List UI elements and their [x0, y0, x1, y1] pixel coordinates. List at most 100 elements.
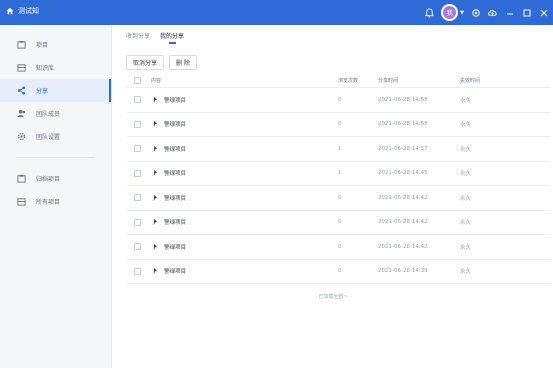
project-icon — [16, 40, 26, 50]
sidebar-item-label: 团队成员 — [36, 111, 61, 118]
row-views: 1 — [338, 145, 342, 152]
row-name: 警绿项目 — [164, 146, 187, 153]
table-row[interactable]: 警绿项目 1 2021-06-28 14:57 永久 — [126, 137, 550, 162]
row-views: 0 — [338, 194, 342, 201]
row-expiry: 永久 — [460, 122, 472, 129]
sidebar-item-archive[interactable]: 归档项目 — [0, 167, 111, 190]
main-content: 收到分享 我的分享 取消分享 删 除 内容 浏览次数 分享时间 失效时间 警绿项… — [113, 25, 553, 368]
row-name: 警绿项目 — [164, 97, 187, 104]
table-header: 内容 浏览次数 分享时间 失效时间 — [126, 73, 550, 88]
row-name-cell: 警绿项目 — [150, 120, 186, 128]
row-checkbox[interactable] — [134, 194, 141, 202]
chevron-down-icon[interactable]: ▼ — [460, 10, 464, 16]
sidebar-item-share[interactable]: 分享 — [0, 79, 111, 102]
sidebar-item-all-projects[interactable]: 所有项目 — [0, 190, 111, 213]
cancel-share-button[interactable]: 取消分享 — [126, 55, 165, 70]
action-bar: 取消分享 删 除 — [126, 55, 197, 70]
row-checkbox[interactable] — [134, 169, 141, 177]
title-bar: 测试知 我 ▼ — [0, 0, 553, 25]
row-name: 警绿项目 — [164, 195, 187, 202]
tab-my-shares[interactable]: 我的分享 — [160, 31, 184, 44]
table-row[interactable]: 警绿项目 0 2021-06-28 14:58 永久 — [126, 88, 550, 113]
pin-icon — [150, 267, 160, 275]
home-icon — [6, 7, 14, 15]
row-checkbox[interactable] — [134, 96, 141, 104]
row-time: 2021-06-28 14:42 — [378, 243, 428, 250]
settings-icon[interactable] — [470, 7, 481, 18]
row-time: 2021-06-28 14:42 — [378, 194, 428, 201]
table-row[interactable]: 警绿项目 0 2021-06-28 14:42 永久 — [126, 186, 550, 211]
row-time: 2021-06-28 14:57 — [378, 145, 428, 152]
sidebar-item-label: 项目 — [36, 42, 49, 49]
row-name-cell: 警绿项目 — [150, 218, 186, 226]
row-views: 0 — [338, 268, 342, 275]
row-name-cell: 警绿项目 — [150, 267, 186, 275]
row-views: 1 — [338, 170, 342, 177]
sidebar-item-label: 所有项目 — [36, 199, 61, 206]
row-views: 0 — [338, 219, 342, 226]
row-time: 2021-06-28 14:45 — [378, 170, 428, 177]
pin-icon — [150, 169, 160, 177]
row-expiry: 永久 — [460, 244, 472, 251]
row-name: 警绿项目 — [164, 244, 187, 251]
row-expiry: 永久 — [460, 220, 472, 227]
maximize-icon[interactable] — [521, 7, 532, 18]
sidebar: 项目 知识库 分享 团队成员 团队设置 归档项目 所有项目 — [0, 25, 112, 368]
row-name: 警绿项目 — [164, 220, 187, 227]
share-table: 内容 浏览次数 分享时间 失效时间 警绿项目 0 2021-06-28 14:5… — [126, 73, 550, 284]
pin-icon — [150, 145, 160, 153]
row-time: 2021-06-28 14:42 — [378, 219, 428, 226]
row-time: 2021-06-28 14:58 — [378, 96, 428, 103]
delete-button[interactable]: 删 除 — [169, 55, 197, 70]
sidebar-item-label: 知识库 — [36, 65, 55, 72]
avatar[interactable]: 我 — [441, 4, 459, 21]
row-name-cell: 警绿项目 — [150, 96, 186, 104]
table-row[interactable]: 警绿项目 1 2021-06-28 14:45 永久 — [126, 162, 550, 186]
team-members-icon — [16, 109, 26, 119]
archive-icon — [16, 174, 26, 184]
row-checkbox[interactable] — [134, 145, 141, 153]
row-time: 2021-06-28 14:58 — [378, 121, 428, 128]
row-checkbox[interactable] — [134, 120, 141, 128]
list-end-note: 已加载全部~ — [318, 294, 348, 300]
row-checkbox[interactable] — [134, 267, 141, 275]
team-settings-icon — [16, 132, 26, 142]
header-time: 分享时间 — [378, 77, 399, 84]
header-expiry: 失效时间 — [460, 77, 481, 84]
row-expiry: 永久 — [460, 171, 472, 178]
row-checkbox[interactable] — [134, 243, 141, 251]
knowledge-icon — [16, 63, 26, 73]
share-icon — [16, 86, 26, 96]
tab-received-shares[interactable]: 收到分享 — [126, 31, 150, 44]
table-row[interactable]: 警绿项目 0 2021-06-28 14:42 永久 — [126, 211, 550, 235]
window-tools: 我 ▼ — [424, 4, 549, 21]
table-row[interactable]: 警绿项目 0 2021-06-28 14:58 永久 — [126, 113, 550, 137]
sidebar-item-project[interactable]: 项目 — [0, 33, 111, 56]
pin-icon — [150, 120, 160, 128]
row-views: 0 — [338, 243, 342, 250]
app-brand[interactable]: 测试知 — [6, 6, 39, 16]
row-name: 警绿项目 — [164, 171, 187, 178]
sidebar-item-team-settings[interactable]: 团队设置 — [0, 125, 111, 148]
row-name: 警绿项目 — [164, 269, 187, 276]
all-projects-icon — [16, 197, 26, 207]
close-icon[interactable] — [538, 7, 549, 18]
row-name-cell: 警绿项目 — [150, 145, 186, 153]
app-title: 测试知 — [18, 7, 39, 15]
row-expiry: 永久 — [460, 146, 472, 153]
table-row[interactable]: 警绿项目 0 2021-06-28 14:42 永久 — [126, 235, 550, 260]
sidebar-item-team-members[interactable]: 团队成员 — [0, 102, 111, 125]
minimize-icon[interactable] — [504, 7, 515, 18]
cloud-icon[interactable] — [487, 7, 498, 18]
row-checkbox[interactable] — [134, 218, 141, 226]
select-all-checkbox[interactable] — [134, 76, 141, 84]
pin-icon — [150, 194, 160, 202]
table-row[interactable]: 警绿项目 0 2021-06-28 14:39 永久 — [126, 260, 550, 284]
row-views: 0 — [338, 121, 342, 128]
row-name-cell: 警绿项目 — [150, 169, 186, 177]
tab-bar: 收到分享 我的分享 — [126, 31, 184, 44]
bell-icon[interactable] — [424, 7, 435, 18]
sidebar-item-label: 团队设置 — [36, 134, 61, 141]
sidebar-item-knowledge[interactable]: 知识库 — [0, 56, 111, 79]
row-expiry: 永久 — [460, 97, 472, 104]
